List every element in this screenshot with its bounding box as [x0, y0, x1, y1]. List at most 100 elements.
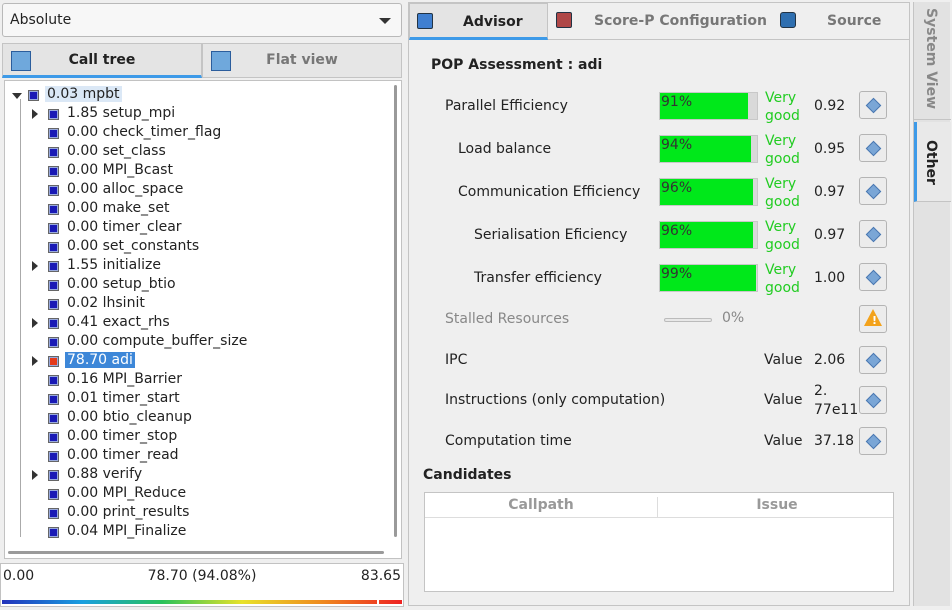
tree-row[interactable]: 0.00 btio_cleanup: [5, 409, 390, 428]
metric-color-square-icon: [48, 413, 59, 424]
metric-color-square-icon: [48, 242, 59, 253]
metric-bar: 94%: [659, 135, 758, 163]
color-scale: 0.00 78.70 (94.08%) 83.65: [0, 563, 404, 607]
tree-row[interactable]: 1.55 initialize: [5, 257, 390, 276]
tree-row[interactable]: 0.00 MPI_Bcast: [5, 162, 390, 181]
tree-row[interactable]: 0.04 MPI_Finalize: [5, 523, 390, 542]
tree-row[interactable]: 0.00 set_class: [5, 143, 390, 162]
tab-scorep-configuration[interactable]: Score-P Configuration: [548, 3, 774, 40]
call-tree-view[interactable]: 0.03 mpbt 1.85 setup_mpi 0.00 check_timer_…: [4, 80, 402, 559]
tab-system-view[interactable]: System View: [914, 2, 951, 120]
tree-row[interactable]: 0.00 print_results: [5, 504, 390, 523]
expanded-arrow-icon[interactable]: [12, 93, 22, 99]
tree-row[interactable]: 0.00 timer_stop: [5, 428, 390, 447]
info-diamond-icon: [865, 97, 882, 114]
tree-row[interactable]: 78.70 adi: [5, 352, 390, 371]
tree-row[interactable]: 0.00 timer_clear: [5, 219, 390, 238]
tab-call-tree[interactable]: Call tree: [2, 43, 202, 78]
value-number-line1: 2.: [814, 383, 828, 399]
value-mode-combo[interactable]: Absolute: [2, 3, 402, 37]
tab-flat-view[interactable]: Flat view: [202, 43, 402, 78]
tree-row-label: 0.00 MPI_Bcast: [67, 162, 173, 178]
tree-row[interactable]: 0.00 make_set: [5, 200, 390, 219]
tab-advisor-label: Advisor: [463, 14, 523, 30]
tree-row-label: 0.00 print_results: [67, 504, 190, 520]
tab-other-label: Other: [923, 140, 939, 185]
tab-other[interactable]: Other: [914, 122, 951, 202]
tree-row[interactable]: 0.00 check_timer_flag: [5, 124, 390, 143]
info-diamond-icon: [865, 226, 882, 243]
tree-row[interactable]: 0.01 timer_start: [5, 390, 390, 409]
chevron-down-icon: [379, 18, 391, 24]
value-name: Instructions (only computation): [445, 392, 666, 408]
stalled-warning-button[interactable]: !: [859, 305, 887, 333]
tree-row[interactable]: 0.00 set_constants: [5, 238, 390, 257]
metric-rating-line1: Very: [765, 176, 797, 192]
candidates-table[interactable]: Callpath Issue: [424, 492, 894, 592]
tab-scorep-label: Score-P Configuration: [594, 13, 767, 29]
scorep-icon: [556, 12, 572, 28]
collapsed-arrow-icon[interactable]: [32, 261, 38, 271]
tree-row[interactable]: 1.85 setup_mpi: [5, 105, 390, 124]
metric-rating: Very good: [765, 89, 800, 125]
metric-info-button[interactable]: [859, 91, 887, 119]
tab-call-tree-label: Call tree: [68, 52, 136, 68]
metric-rating: Very good: [765, 218, 800, 254]
metric-color-square-icon: [48, 394, 59, 405]
horizontal-scrollbar[interactable]: [8, 551, 384, 554]
metric-info-button[interactable]: [859, 263, 887, 291]
metric-info-button[interactable]: [859, 134, 887, 162]
tree-row[interactable]: 0.41 exact_rhs: [5, 314, 390, 333]
column-callpath[interactable]: Callpath: [425, 497, 658, 517]
tree-row[interactable]: 0.00 MPI_Reduce: [5, 485, 390, 504]
metric-color-square-icon: [48, 451, 59, 462]
metric-color-square-icon: [48, 280, 59, 291]
color-gradient-bar: [2, 600, 402, 604]
metric-bar: 96%: [659, 221, 758, 249]
vertical-scrollbar[interactable]: [394, 85, 397, 537]
tree-row[interactable]: 0.03 mpbt: [5, 86, 390, 105]
tab-system-view-label: System View: [923, 8, 939, 110]
info-diamond-icon: [865, 433, 882, 450]
stalled-resources-row: Stalled Resources 0% !: [409, 305, 909, 345]
tab-advisor[interactable]: Advisor: [409, 3, 548, 40]
collapsed-arrow-icon[interactable]: [32, 470, 38, 480]
collapsed-arrow-icon[interactable]: [32, 318, 38, 328]
metric-bar: 99%: [659, 264, 758, 292]
tree-row[interactable]: 0.02 lhsinit: [5, 295, 390, 314]
metric-rating-line2: good: [765, 108, 800, 124]
tree-row[interactable]: 0.00 setup_btio: [5, 276, 390, 295]
value-name: Computation time: [445, 433, 572, 449]
metric-color-square-icon: [48, 147, 59, 158]
value-info-button[interactable]: [859, 386, 887, 414]
column-issue[interactable]: Issue: [659, 497, 895, 513]
tree-row[interactable]: 0.16 MPI_Barrier: [5, 371, 390, 390]
metric-value: 0.97: [814, 184, 846, 200]
metric-info-button[interactable]: [859, 177, 887, 205]
metric-color-square-icon: [48, 527, 59, 538]
assessment-title: POP Assessment : adi: [431, 57, 603, 73]
tree-row-label: 1.55 initialize: [67, 257, 161, 273]
tree-row[interactable]: 0.00 alloc_space: [5, 181, 390, 200]
value-row: Computation time Value 37.18: [409, 425, 909, 465]
info-diamond-icon: [865, 392, 882, 409]
tab-source[interactable]: Source: [774, 3, 909, 40]
metric-rating-line2: good: [765, 194, 800, 210]
metric-info-button[interactable]: [859, 220, 887, 248]
collapsed-arrow-icon[interactable]: [32, 356, 38, 366]
tree-row[interactable]: 0.00 timer_read: [5, 447, 390, 466]
metric-rating-line1: Very: [765, 90, 797, 106]
value-info-button[interactable]: [859, 346, 887, 374]
tree-row-label: 0.00 make_set: [67, 200, 170, 216]
tree-row-label: 0.00 timer_clear: [67, 219, 182, 235]
metric-percent: 99%: [661, 266, 693, 282]
tree-row[interactable]: 0.88 verify: [5, 466, 390, 485]
value-info-button[interactable]: [859, 427, 887, 455]
tree-row[interactable]: 0.00 compute_buffer_size: [5, 333, 390, 352]
info-diamond-icon: [865, 183, 882, 200]
magnifier-icon: [417, 13, 433, 29]
left-pane: Absolute Call tree Flat view 0.03 mpbt 1.…: [0, 0, 406, 610]
tree-row-label: 0.00 check_timer_flag: [67, 124, 222, 140]
metric-color-square-icon: [48, 432, 59, 443]
collapsed-arrow-icon[interactable]: [32, 109, 38, 119]
